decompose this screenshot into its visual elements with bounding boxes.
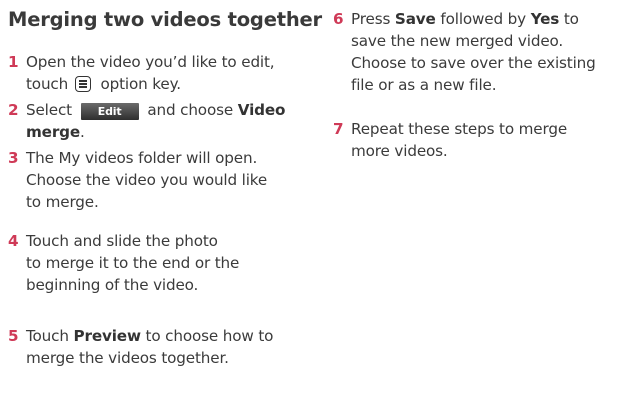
step-line: save the new merged video. (351, 32, 564, 50)
step-text: to choose how to (145, 327, 274, 345)
step-6: 6 Press Save followed by Yes to save the… (333, 8, 618, 96)
step-4: 4 Touch and slide the photo to merge it … (8, 230, 308, 296)
step-number: 5 (8, 327, 19, 345)
step-line: The My videos folder will open. (26, 149, 258, 167)
step-1: 1 Open the video you’d like to edit, tou… (8, 51, 308, 95)
step-number: 2 (8, 101, 19, 119)
step-line: touch option key. (26, 73, 308, 95)
step-number: 4 (8, 232, 19, 250)
step-text: . (80, 123, 85, 141)
option-key-icon (74, 76, 91, 92)
edit-button[interactable]: Edit (80, 103, 139, 120)
step-text-bold: Yes (530, 10, 560, 28)
step-7: 7 Repeat these steps to merge more video… (333, 118, 618, 162)
step-line: to merge it to the end or the (26, 254, 240, 272)
step-line: Press Save followed by Yes to (351, 8, 618, 30)
step-number: 7 (333, 120, 344, 138)
step-line: Touch Preview to choose how to (26, 325, 308, 347)
step-line: merge. (26, 121, 308, 143)
step-2: 2 Select Edit and choose Video merge. (8, 99, 308, 143)
step-number: 6 (333, 10, 344, 28)
step-text: Touch (26, 327, 69, 345)
step-line: more videos. (351, 142, 448, 160)
step-text-bold: merge (26, 123, 81, 141)
step-5: 5 Touch Preview to choose how to merge t… (8, 325, 308, 369)
page-title: Merging two videos together (8, 8, 322, 31)
step-line: Repeat these steps to merge (351, 120, 568, 138)
step-text: Press (351, 10, 391, 28)
step-text: and choose (147, 101, 234, 119)
step-text-bold: Video (237, 101, 286, 119)
step-line: Select Edit and choose Video (26, 99, 308, 121)
step-text: Select (26, 101, 72, 119)
step-text: followed by (440, 10, 526, 28)
step-text: touch (26, 75, 69, 93)
step-number: 3 (8, 149, 19, 167)
step-text: to (563, 10, 579, 28)
step-text-bold: Preview (73, 327, 141, 345)
step-line: beginning of the video. (26, 276, 199, 294)
step-number: 1 (8, 53, 19, 71)
step-line: Choose the video you would like (26, 171, 268, 189)
step-line: Open the video you’d like to edit, (26, 53, 275, 71)
step-3: 3 The My videos folder will open. Choose… (8, 147, 308, 213)
step-line: file or as a new file. (351, 76, 497, 94)
step-line: merge the videos together. (26, 349, 229, 367)
step-text-bold: Save (394, 10, 436, 28)
step-line: Touch and slide the photo (26, 232, 218, 250)
step-line: Choose to save over the existing (351, 54, 596, 72)
step-text: option key. (100, 75, 181, 93)
step-line: to merge. (26, 193, 99, 211)
